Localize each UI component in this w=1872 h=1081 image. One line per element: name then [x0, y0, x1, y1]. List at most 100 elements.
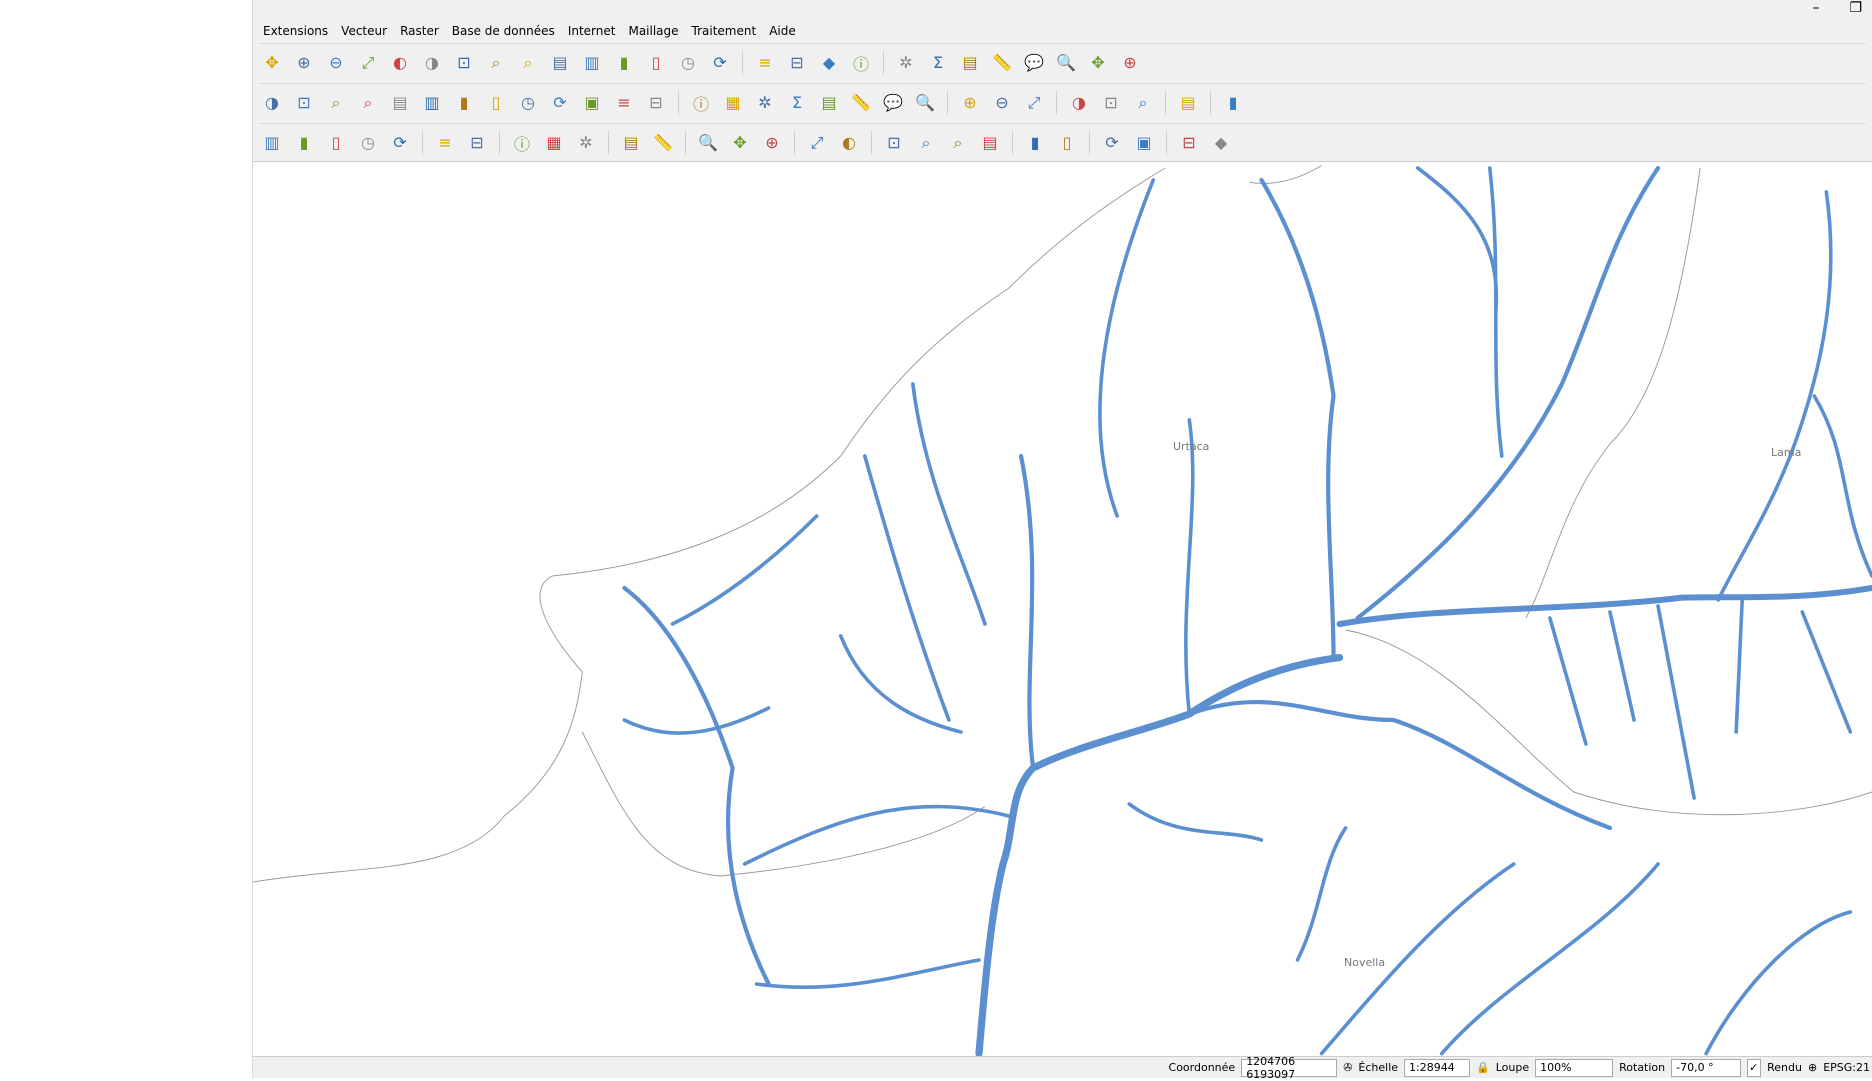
lock-icon[interactable]: 🔒 — [1476, 1061, 1490, 1074]
select-value-icon[interactable]: ⊟ — [784, 50, 810, 76]
shape-icon[interactable]: ⌕ — [945, 130, 971, 156]
help-circle-icon[interactable]: 📏 — [650, 130, 676, 156]
python-icon[interactable]: ◑ — [1066, 90, 1092, 116]
rotation-spinbox[interactable]: -70,0 ° — [1671, 1058, 1742, 1077]
georef-icon[interactable]: ▮ — [1220, 90, 1246, 116]
menu-vecteur[interactable]: Vecteur — [341, 22, 387, 44]
pin-label-icon[interactable]: ✲ — [752, 90, 778, 116]
paste-icon[interactable]: ▣ — [579, 90, 605, 116]
text-box-icon[interactable]: ◷ — [355, 130, 381, 156]
restore-button[interactable]: ❐ — [1849, 0, 1862, 16]
grid-icon[interactable]: ⊡ — [881, 130, 907, 156]
magnifier-spinbox[interactable]: 100% — [1535, 1058, 1614, 1077]
annotation-icon[interactable]: ⤢ — [804, 130, 830, 156]
show-bookmarks-icon[interactable]: ▥ — [579, 50, 605, 76]
info-icon[interactable]: ▮ — [1022, 130, 1048, 156]
deselect-icon[interactable]: ◆ — [816, 50, 842, 76]
zoom-out-icon[interactable]: ⊖ — [323, 50, 349, 76]
digitize-icon[interactable]: ◑ — [259, 90, 285, 116]
move-icon[interactable]: ⌕ — [913, 130, 939, 156]
delete-icon[interactable]: ▯ — [483, 90, 509, 116]
crs-globe-icon[interactable]: ⊕ — [1808, 1061, 1817, 1074]
map-canvas[interactable]: Urtaca Lama Novella — [253, 162, 1872, 1056]
menu-base-de-donnees[interactable]: Base de données — [452, 22, 555, 44]
map-tips-icon[interactable]: ✥ — [1085, 50, 1111, 76]
rotate-label-icon[interactable]: 📏 — [848, 90, 874, 116]
pan-icon[interactable]: ✥ — [259, 50, 285, 76]
table-icon[interactable]: ◆ — [1208, 130, 1234, 156]
coordinate-field[interactable]: 1204706 6193097 — [1241, 1055, 1338, 1081]
undo-icon[interactable]: ≡ — [611, 90, 637, 116]
zoom-tool-icon[interactable]: ⟳ — [1099, 130, 1125, 156]
scale-combo[interactable]: 1:28944 — [1404, 1058, 1471, 1077]
globe-icon[interactable]: ⤢ — [1021, 90, 1047, 116]
statistics-icon[interactable]: 📏 — [989, 50, 1015, 76]
wms-icon[interactable]: ⊕ — [957, 90, 983, 116]
move-label-icon[interactable]: ▤ — [816, 90, 842, 116]
identify-icon[interactable]: ✲ — [893, 50, 919, 76]
zoom-last-icon[interactable]: ⌕ — [483, 50, 509, 76]
menu-raster[interactable]: Raster — [400, 22, 439, 44]
menu-aide[interactable]: Aide — [769, 22, 796, 44]
help-icon[interactable]: ▤ — [1175, 90, 1201, 116]
diagram-icon[interactable]: ▦ — [720, 90, 746, 116]
screenshot-icon[interactable]: ✥ — [727, 130, 753, 156]
image-icon[interactable]: ⟳ — [387, 130, 413, 156]
label-props-icon[interactable]: 🔍 — [912, 90, 938, 116]
refresh-icon[interactable]: ⟳ — [707, 50, 733, 76]
search-icon[interactable]: ⊕ — [1117, 50, 1143, 76]
menu-extensions[interactable]: Extensions — [263, 22, 328, 44]
tool-icon[interactable]: ⊟ — [1176, 130, 1202, 156]
wrench-icon[interactable]: ▯ — [1054, 130, 1080, 156]
vertex-tool-icon[interactable]: ▥ — [419, 90, 445, 116]
add-polygon-icon[interactable]: ▤ — [387, 90, 413, 116]
new-map-view-icon[interactable]: ▮ — [611, 50, 637, 76]
save-edits-icon[interactable]: ⌕ — [323, 90, 349, 116]
new-3d-view-icon[interactable]: ▯ — [643, 50, 669, 76]
minimize-button[interactable]: – — [1812, 0, 1819, 16]
crs-button[interactable]: EPSG:21 — [1823, 1061, 1870, 1074]
cut-tool-icon[interactable]: ▤ — [618, 130, 644, 156]
temporal-icon[interactable]: ◷ — [675, 50, 701, 76]
zoom-in-icon[interactable]: ⊕ — [291, 50, 317, 76]
menu-traitement[interactable]: Traitement — [692, 22, 757, 44]
copy-icon[interactable]: ⟳ — [547, 90, 573, 116]
zoom-native-icon[interactable]: ⊡ — [451, 50, 477, 76]
text-icon[interactable]: ▥ — [259, 130, 285, 156]
show-label-icon[interactable]: Σ — [784, 90, 810, 116]
pointer-icon[interactable]: ▤ — [977, 130, 1003, 156]
menu-maillage[interactable]: Maillage — [628, 22, 678, 44]
zoom-full-icon[interactable]: ⤢ — [355, 50, 381, 76]
text-minus-icon[interactable]: ▮ — [291, 130, 317, 156]
pdf-icon[interactable]: ✲ — [573, 130, 599, 156]
text-plus-icon[interactable]: ▯ — [323, 130, 349, 156]
measure-icon[interactable]: 🔍 — [1053, 50, 1079, 76]
add-feature-icon[interactable]: ⌕ — [355, 90, 381, 116]
attribute-table-icon[interactable]: Σ — [925, 50, 951, 76]
zoom-layer-icon[interactable]: ◑ — [419, 50, 445, 76]
whats-this-icon[interactable]: ▦ — [541, 130, 567, 156]
metasearch-icon[interactable]: ⌕ — [1130, 90, 1156, 116]
crosshair-icon[interactable]: ◐ — [836, 130, 862, 156]
menu-internet[interactable]: Internet — [568, 22, 616, 44]
arrow-icon[interactable]: ⊟ — [464, 130, 490, 156]
plugin-icon[interactable]: ⊡ — [1098, 90, 1124, 116]
wfs-icon[interactable]: ⊖ — [989, 90, 1015, 116]
db-icon[interactable]: ≡ — [432, 130, 458, 156]
new-bookmark-icon[interactable]: ▤ — [547, 50, 573, 76]
modify-attributes-icon[interactable]: ▮ — [451, 90, 477, 116]
zoom-selection-icon[interactable]: ◐ — [387, 50, 413, 76]
zoom-tool2-icon[interactable]: ▣ — [1131, 130, 1157, 156]
swap-icon[interactable]: ⊕ — [759, 130, 785, 156]
label-icon[interactable]: ⓘ — [688, 90, 714, 116]
toggle-edit-icon[interactable]: ⊡ — [291, 90, 317, 116]
select-location-icon[interactable]: ⓘ — [848, 50, 874, 76]
toolbox-icon[interactable]: ▤ — [957, 50, 983, 76]
render-checkbox[interactable]: ✓ — [1747, 1058, 1762, 1077]
cut-icon[interactable]: ◷ — [515, 90, 541, 116]
change-label-icon[interactable]: 💬 — [880, 90, 906, 116]
redo-icon[interactable]: ⊟ — [643, 90, 669, 116]
coordinate-toggle-icon[interactable]: ✇ — [1343, 1061, 1352, 1074]
capture-icon[interactable]: 🔍 — [695, 130, 721, 156]
select-icon[interactable]: ≡ — [752, 50, 778, 76]
